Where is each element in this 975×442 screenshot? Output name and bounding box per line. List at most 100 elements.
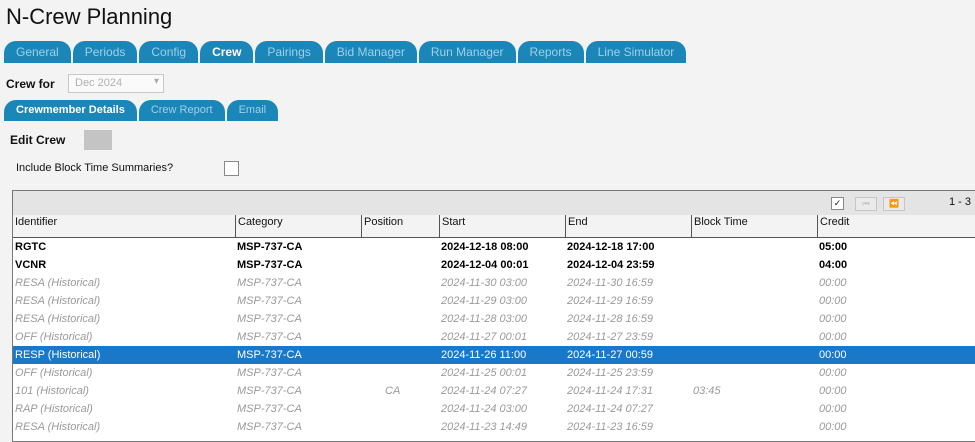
column-header-end[interactable]: End (565, 215, 691, 237)
cell-category: MSP-737-CA (237, 385, 302, 397)
cell-credit: 00:00 (819, 349, 847, 361)
grid-toolbar: ✓ ⏮ ⏪ 1 - 3 (13, 191, 975, 216)
main-tab-bar: General Periods Config Crew Pairings Bid Mana… (4, 41, 688, 63)
page-info: 1 - 3 (949, 196, 972, 208)
column-header-start[interactable]: Start (439, 215, 565, 237)
tab-line-simulator[interactable]: Line Simulator (585, 41, 687, 63)
table-row[interactable]: RESP (Historical) MSP-737-CA 2024-11-26 11… (13, 346, 975, 364)
crew-activity-grid: ✓ ⏮ ⏪ 1 - 3 Identifier Category Position St… (12, 190, 975, 442)
cell-credit: 04:00 (819, 259, 848, 271)
sub-tab-bar: Crewmember Details Crew Report Email (4, 100, 280, 121)
column-header-credit[interactable]: Credit (817, 215, 975, 237)
cell-start: 2024-11-27 00:01 (441, 331, 528, 343)
first-page-icon[interactable]: ⏮ (855, 197, 877, 211)
cell-credit: 00:00 (819, 331, 847, 343)
grid-header: Identifier Category Position Start End Block … (13, 215, 975, 238)
column-header-position[interactable]: Position (361, 215, 439, 237)
subtab-email[interactable]: Email (226, 100, 279, 121)
cell-category: MSP-737-CA (237, 331, 302, 343)
column-header-category[interactable]: Category (235, 215, 361, 237)
table-row[interactable]: RESA (Historical) MSP-737-CA 2024-11-29 03… (13, 292, 975, 310)
table-row[interactable]: RGTC MSP-737-CA 2024-12-18 08:00 2024-12-18… (13, 238, 975, 256)
cell-start: 2024-11-26 11:00 (441, 349, 527, 361)
cell-identifier: RESP (Historical) (15, 349, 101, 361)
cell-end: 2024-11-30 16:59 (567, 277, 654, 289)
cell-identifier: OFF (Historical) (15, 331, 93, 343)
tab-config[interactable]: Config (139, 41, 199, 63)
cell-identifier: RESA (Historical) (15, 295, 101, 307)
cell-credit: 00:00 (819, 367, 847, 379)
column-header-identifier[interactable]: Identifier (13, 215, 235, 237)
page-title: N-Crew Planning (6, 4, 173, 29)
tab-general[interactable]: General (4, 41, 71, 63)
cell-identifier: RAP (Historical) (15, 403, 93, 415)
cell-start: 2024-11-23 14:49 (441, 421, 528, 433)
cell-start: 2024-11-25 00:01 (441, 367, 528, 379)
cell-category: MSP-737-CA (237, 295, 302, 307)
cell-start: 2024-11-28 03:00 (441, 313, 528, 325)
table-row[interactable]: RESA (Historical) MSP-737-CA 2024-11-30 03… (13, 274, 975, 292)
cell-start: 2024-12-18 08:00 (441, 241, 529, 253)
cell-credit: 00:00 (819, 421, 847, 433)
include-block-checkbox[interactable] (224, 161, 239, 176)
crew-for-select[interactable]: Dec 2024 ▾ (68, 74, 164, 93)
cell-category: MSP-737-CA (237, 367, 302, 379)
table-row[interactable]: RESA (Historical) MSP-737-CA 2024-11-28 03… (13, 310, 975, 328)
tab-crew[interactable]: Crew (200, 41, 254, 63)
table-row[interactable]: VCNR MSP-737-CA 2024-12-04 00:01 2024-12-04… (13, 256, 975, 274)
cell-identifier: RGTC (15, 241, 47, 253)
cell-category: MSP-737-CA (237, 403, 302, 415)
cell-start: 2024-12-04 00:01 (441, 259, 529, 271)
cell-credit: 05:00 (819, 241, 848, 253)
cell-end: 2024-11-24 17:31 (567, 385, 654, 397)
cell-identifier: VCNR (15, 259, 47, 271)
cell-identifier: RESA (Historical) (15, 421, 101, 433)
tab-reports[interactable]: Reports (517, 41, 584, 63)
cell-credit: 00:00 (819, 313, 847, 325)
cell-identifier: 101 (Historical) (15, 385, 89, 397)
edit-crew-label: Edit Crew (10, 133, 66, 147)
tab-bid-manager[interactable]: Bid Manager (324, 41, 417, 63)
subtab-crew-report[interactable]: Crew Report (138, 100, 225, 121)
cell-category: MSP-737-CA (237, 349, 302, 361)
cell-end: 2024-11-29 16:59 (567, 295, 654, 307)
crew-for-value: Dec 2024 (75, 77, 123, 89)
cell-category: MSP-737-CA (237, 259, 303, 271)
cell-credit: 00:00 (819, 277, 847, 289)
table-row[interactable]: RAP (Historical) MSP-737-CA 2024-11-24 03:… (13, 400, 975, 418)
include-block-label: Include Block Time Summaries? (16, 162, 174, 174)
cell-end: 2024-11-25 23:59 (567, 367, 654, 379)
table-row[interactable]: OFF (Historical) MSP-737-CA 2024-11-27 00:… (13, 328, 975, 346)
table-row[interactable]: RESA (Historical) MSP-737-CA 2024-11-23 14… (13, 418, 975, 436)
cell-category: MSP-737-CA (237, 421, 302, 433)
cell-category: MSP-737-CA (237, 277, 302, 289)
edit-crew-redacted-value (84, 130, 112, 150)
tab-run-manager[interactable]: Run Manager (418, 41, 516, 63)
column-header-block-time[interactable]: Block Time (691, 215, 817, 237)
cell-start: 2024-11-24 07:27 (441, 385, 528, 397)
cell-end: 2024-11-24 07:27 (567, 403, 654, 415)
cell-credit: 00:00 (819, 295, 847, 307)
cell-end: 2024-11-27 00:59 (567, 349, 654, 361)
cell-end: 2024-12-18 17:00 (567, 241, 655, 253)
cell-credit: 00:00 (819, 403, 847, 415)
subtab-crewmember-details[interactable]: Crewmember Details (4, 100, 137, 121)
cell-start: 2024-11-30 03:00 (441, 277, 528, 289)
cell-category: MSP-737-CA (237, 313, 302, 325)
table-row[interactable]: OFF (Historical) MSP-737-CA 2024-11-25 00:… (13, 364, 975, 382)
crew-for-label: Crew for (6, 77, 55, 91)
cell-category: MSP-737-CA (237, 241, 303, 253)
cell-credit: 00:00 (819, 385, 847, 397)
tab-periods[interactable]: Periods (72, 41, 138, 63)
cell-start: 2024-11-24 03:00 (441, 403, 528, 415)
prev-page-icon[interactable]: ⏪ (883, 197, 905, 211)
tab-pairings[interactable]: Pairings (255, 41, 323, 63)
grid-select-checkbox[interactable]: ✓ (831, 197, 844, 210)
cell-end: 2024-12-04 23:59 (567, 259, 655, 271)
cell-start: 2024-11-29 03:00 (441, 295, 528, 307)
cell-identifier: RESA (Historical) (15, 313, 101, 325)
cell-end: 2024-11-28 16:59 (567, 313, 654, 325)
table-row[interactable]: 101 (Historical) MSP-737-CA CA 2024-11-24 0… (13, 382, 975, 400)
cell-identifier: RESA (Historical) (15, 277, 101, 289)
cell-end: 2024-11-23 16:59 (567, 421, 654, 433)
